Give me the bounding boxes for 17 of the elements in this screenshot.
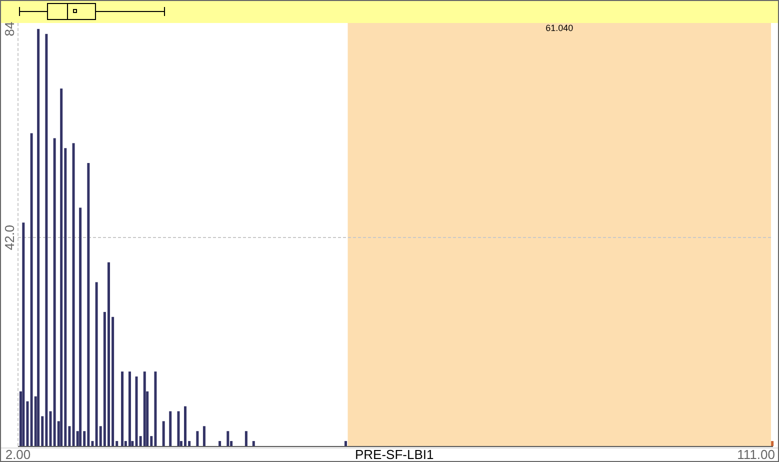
histogram-bar xyxy=(244,431,248,446)
histogram-bar xyxy=(184,406,186,446)
histogram-bar xyxy=(771,441,774,446)
histogram-bar xyxy=(252,441,255,446)
histogram-bar xyxy=(196,431,199,446)
y-tick-label: 84 xyxy=(2,22,17,36)
x-tick-label: 2.00 xyxy=(5,447,31,462)
y-tick-label: 42.0 xyxy=(2,224,17,250)
histogram-bar xyxy=(188,441,191,446)
x-axis-title: PRE-SF-LBI1 xyxy=(355,447,434,462)
histogram-bar xyxy=(162,421,165,446)
band-width-label: 61.040 xyxy=(546,23,574,33)
histogram-bar xyxy=(344,441,347,446)
x-tick-label: 111.00 xyxy=(737,447,775,462)
histogram-bar xyxy=(202,426,206,446)
histogram-bar xyxy=(169,411,172,446)
histogram-bar xyxy=(218,441,222,446)
